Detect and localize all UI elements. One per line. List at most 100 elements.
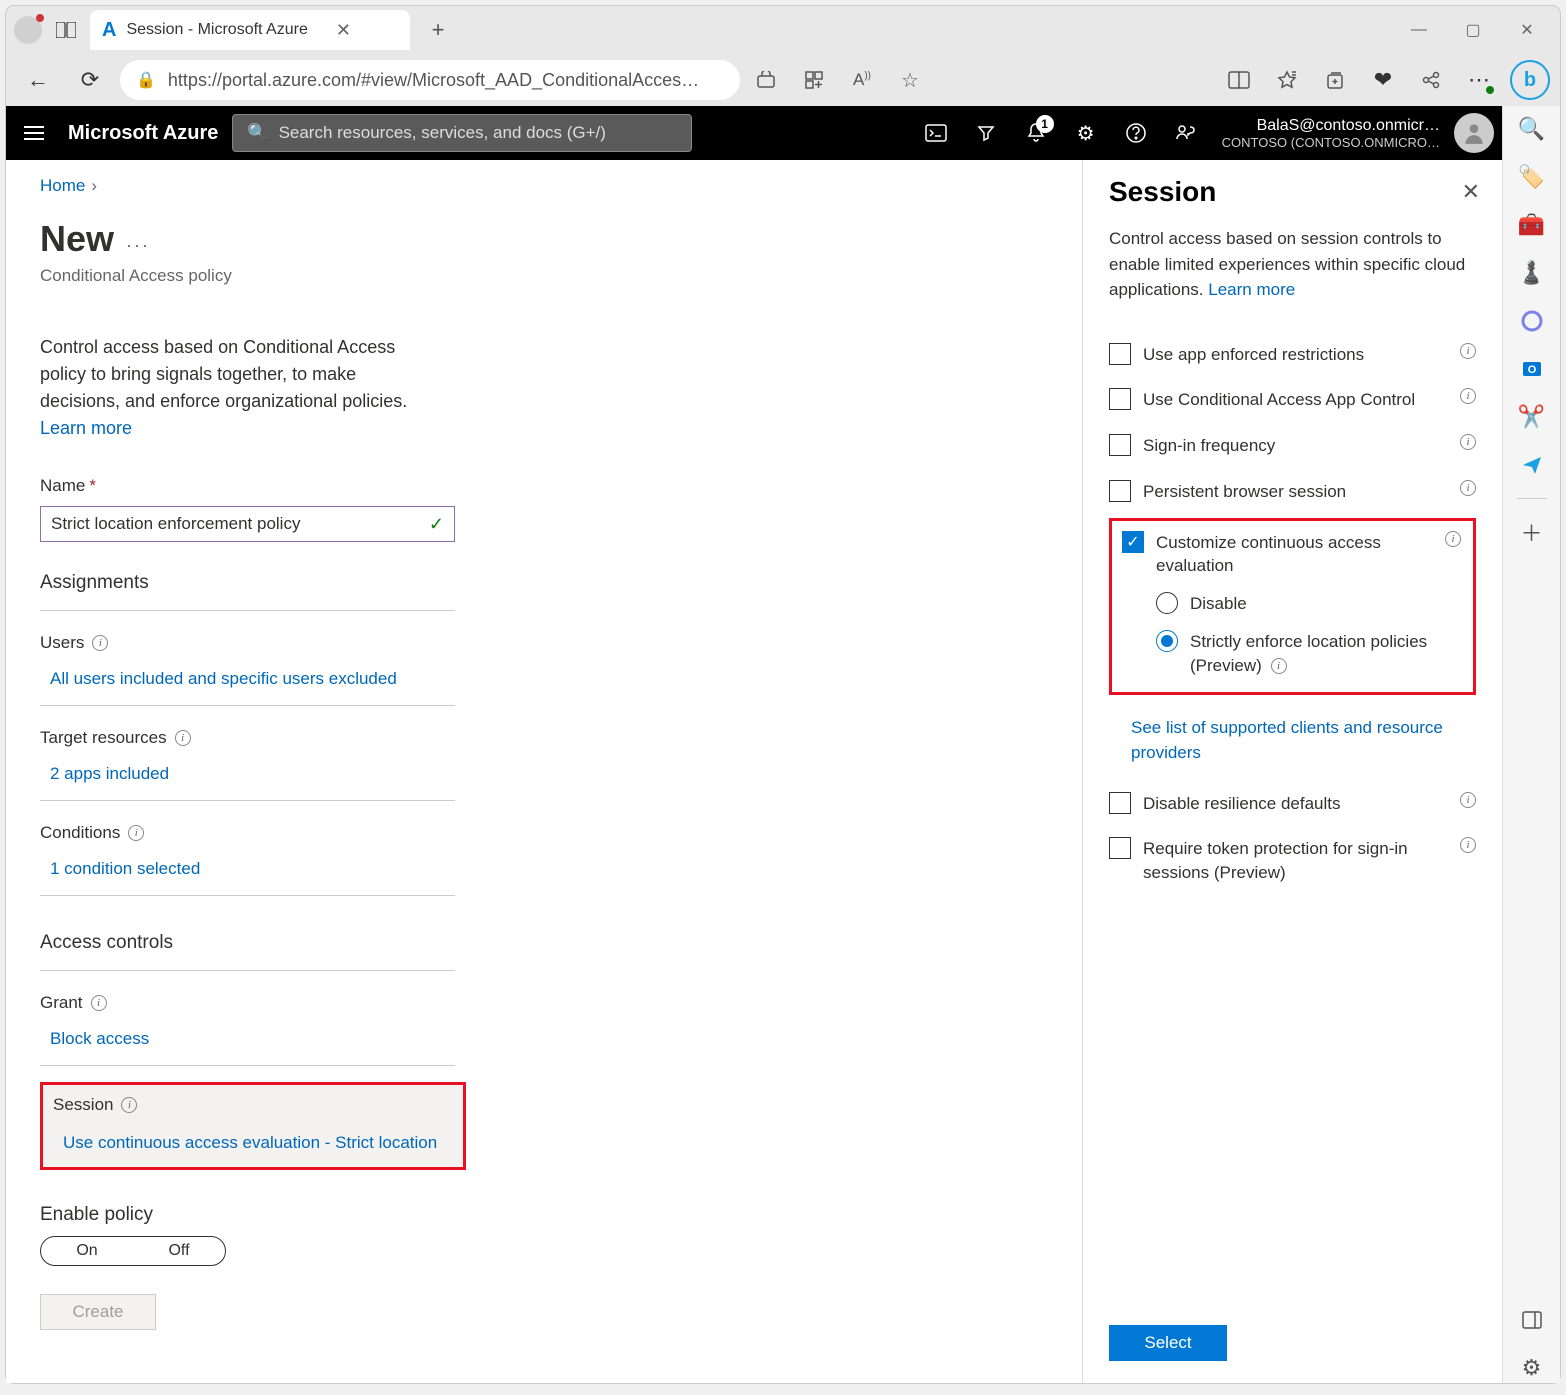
- toggle-off[interactable]: Off: [133, 1237, 225, 1265]
- info-icon[interactable]: i: [1460, 480, 1476, 496]
- extensions-icon[interactable]: [792, 60, 836, 100]
- minimize-icon[interactable]: —: [1394, 12, 1444, 48]
- browser-tab[interactable]: A Session - Microsoft Azure ✕: [90, 10, 410, 50]
- settings-icon[interactable]: ⚙: [1064, 111, 1108, 155]
- option-app-enforced[interactable]: Use app enforced restrictions i: [1109, 343, 1476, 367]
- toolbox-icon[interactable]: 🧰: [1517, 210, 1547, 240]
- checkbox-icon[interactable]: [1109, 480, 1131, 502]
- radio-disable[interactable]: Disable: [1156, 592, 1461, 616]
- option-app-control[interactable]: Use Conditional Access App Control i: [1109, 388, 1476, 412]
- checkbox-checked-icon[interactable]: ✓: [1122, 531, 1144, 553]
- toggle-on[interactable]: On: [41, 1237, 133, 1265]
- select-button[interactable]: Select: [1109, 1325, 1227, 1361]
- maximize-icon[interactable]: ▢: [1448, 12, 1498, 48]
- learn-more-link[interactable]: Learn more: [40, 418, 132, 438]
- menu-button[interactable]: [14, 113, 54, 153]
- workspaces-icon[interactable]: [46, 12, 86, 48]
- favorites-icon[interactable]: [1264, 60, 1310, 100]
- sidebar-settings-icon[interactable]: ⚙: [1517, 1353, 1547, 1383]
- option-disable-resilience[interactable]: Disable resilience defaults i: [1109, 792, 1476, 816]
- target-resources-row[interactable]: Target resources i: [40, 728, 498, 748]
- browser-profile-icon[interactable]: [14, 16, 42, 44]
- browser-titlebar: A Session - Microsoft Azure ✕ + — ▢ ✕: [6, 6, 1560, 54]
- blade-more-icon[interactable]: ···: [126, 235, 150, 256]
- shopping-icon[interactable]: [744, 60, 788, 100]
- checkbox-icon[interactable]: [1109, 388, 1131, 410]
- cae-highlighted-section: ✓ Customize continuous access evaluation…: [1109, 518, 1476, 695]
- info-icon[interactable]: i: [1460, 792, 1476, 808]
- name-input[interactable]: Strict location enforcement policy ✓: [40, 506, 455, 542]
- address-bar[interactable]: 🔒 https://portal.azure.com/#view/Microso…: [120, 60, 740, 100]
- blade-main: Home › New ··· Conditional Access policy…: [6, 160, 526, 1383]
- checkbox-icon[interactable]: [1109, 837, 1131, 859]
- info-icon[interactable]: i: [92, 635, 108, 651]
- info-icon[interactable]: i: [91, 995, 107, 1011]
- panel-learn-more-link[interactable]: Learn more: [1208, 280, 1295, 299]
- share-icon[interactable]: [1408, 60, 1454, 100]
- checkbox-icon[interactable]: [1109, 792, 1131, 814]
- account-info[interactable]: BalaS@contoso.onmicr… CONTOSO (CONTOSO.O…: [1222, 116, 1440, 151]
- users-row[interactable]: Users i: [40, 633, 498, 653]
- refresh-button[interactable]: ⟳: [68, 60, 112, 100]
- close-window-icon[interactable]: ✕: [1502, 12, 1552, 48]
- target-resources-value[interactable]: 2 apps included: [40, 764, 498, 784]
- info-icon[interactable]: i: [1460, 388, 1476, 404]
- option-customize-cae[interactable]: ✓ Customize continuous access evaluation…: [1122, 531, 1461, 579]
- favorite-star-icon[interactable]: ☆: [888, 60, 932, 100]
- notifications-icon[interactable]: 1: [1014, 111, 1058, 155]
- games-icon[interactable]: ♟️: [1517, 258, 1547, 288]
- collections-icon[interactable]: [1312, 60, 1358, 100]
- info-icon[interactable]: i: [128, 825, 144, 841]
- info-icon[interactable]: i: [121, 1097, 137, 1113]
- info-icon[interactable]: i: [1460, 343, 1476, 359]
- performance-icon[interactable]: ❤︎: [1360, 60, 1406, 100]
- hide-sidebar-icon[interactable]: [1517, 1305, 1547, 1335]
- checkbox-icon[interactable]: [1109, 434, 1131, 456]
- breadcrumb-home[interactable]: Home: [40, 176, 85, 196]
- users-value[interactable]: All users included and specific users ex…: [40, 669, 498, 689]
- tab-close-icon[interactable]: ✕: [336, 20, 351, 41]
- more-icon[interactable]: ⋯: [1456, 60, 1502, 100]
- checkbox-icon[interactable]: [1109, 343, 1131, 365]
- option-token-protection[interactable]: Require token protection for sign-in ses…: [1109, 837, 1476, 885]
- help-icon[interactable]: [1114, 111, 1158, 155]
- clip-icon[interactable]: ✂️: [1517, 402, 1547, 432]
- enable-policy-toggle[interactable]: On Off: [40, 1236, 226, 1266]
- info-icon[interactable]: i: [1445, 531, 1461, 547]
- info-icon[interactable]: i: [1271, 658, 1287, 674]
- session-value[interactable]: Use continuous access evaluation - Stric…: [53, 1133, 453, 1153]
- option-signin-frequency[interactable]: Sign-in frequency i: [1109, 434, 1476, 458]
- new-tab-button[interactable]: +: [420, 12, 456, 48]
- supported-clients-link[interactable]: See list of supported clients and resour…: [1131, 715, 1476, 766]
- grant-value[interactable]: Block access: [40, 1029, 498, 1049]
- panel-close-icon[interactable]: ✕: [1462, 179, 1480, 205]
- feedback-icon[interactable]: [1164, 111, 1208, 155]
- grant-row[interactable]: Grant i: [40, 993, 498, 1013]
- info-icon[interactable]: i: [175, 730, 191, 746]
- radio-selected-icon[interactable]: [1156, 630, 1178, 652]
- radio-strict-enforce[interactable]: Strictly enforce location policies (Prev…: [1156, 630, 1461, 678]
- bing-button[interactable]: b: [1510, 60, 1550, 100]
- create-button[interactable]: Create: [40, 1294, 156, 1330]
- search-sidebar-icon[interactable]: 🔍: [1517, 114, 1547, 144]
- split-screen-icon[interactable]: [1216, 60, 1262, 100]
- avatar[interactable]: [1454, 113, 1494, 153]
- global-search[interactable]: 🔍 Search resources, services, and docs (…: [232, 114, 692, 152]
- m365-icon[interactable]: [1517, 306, 1547, 336]
- tag-icon[interactable]: 🏷️: [1517, 162, 1547, 192]
- info-icon[interactable]: i: [1460, 837, 1476, 853]
- conditions-row[interactable]: Conditions i: [40, 823, 498, 843]
- session-row-highlighted[interactable]: Session i Use continuous access evaluati…: [40, 1082, 466, 1170]
- option-persistent-browser[interactable]: Persistent browser session i: [1109, 480, 1476, 504]
- add-sidebar-icon[interactable]: ＋: [1517, 517, 1547, 547]
- outlook-icon[interactable]: O: [1517, 354, 1547, 384]
- send-icon[interactable]: [1517, 450, 1547, 480]
- radio-icon[interactable]: [1156, 592, 1178, 614]
- back-button[interactable]: ←: [16, 60, 60, 100]
- azure-favicon: A: [102, 19, 116, 42]
- info-icon[interactable]: i: [1460, 434, 1476, 450]
- read-aloud-icon[interactable]: A)): [840, 60, 884, 100]
- conditions-value[interactable]: 1 condition selected: [40, 859, 498, 879]
- filter-icon[interactable]: [964, 111, 1008, 155]
- cloud-shell-icon[interactable]: [914, 111, 958, 155]
